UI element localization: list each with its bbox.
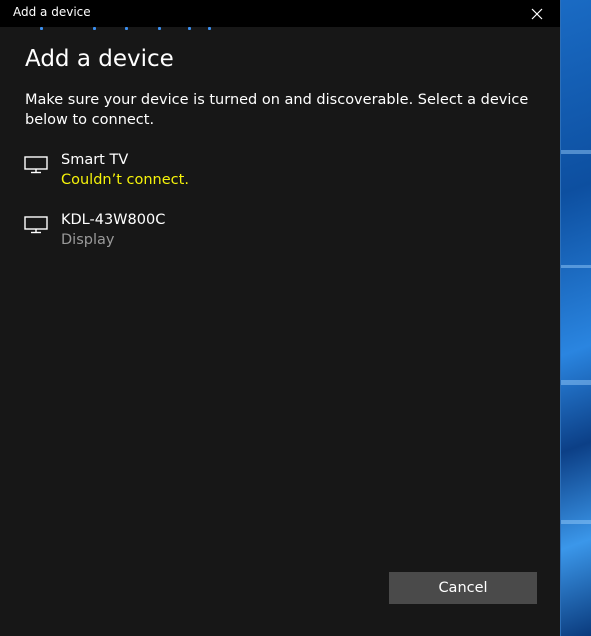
- searching-progress-indicator: [0, 27, 560, 33]
- device-list-item-kdl-43w800c[interactable]: KDL-43W800C Display: [24, 212, 524, 256]
- wallpaper-light-beam: [561, 150, 591, 154]
- close-button[interactable]: [514, 0, 560, 27]
- title-bar: Add a device: [0, 0, 560, 27]
- instructions-text: Make sure your device is turned on and d…: [25, 92, 529, 128]
- device-status: Display: [61, 232, 115, 248]
- desktop-wallpaper: [561, 0, 591, 636]
- device-status: Couldn’t connect.: [61, 172, 189, 188]
- device-name: Smart TV: [61, 152, 129, 168]
- device-list-item-smart-tv[interactable]: Smart TV Couldn’t connect.: [24, 152, 524, 196]
- window-title: Add a device: [13, 5, 91, 19]
- add-device-dialog: Add a device Add a device Make sure your…: [0, 0, 561, 636]
- progress-dot: [40, 27, 43, 30]
- wallpaper-light-beam: [561, 265, 591, 268]
- close-icon: [531, 8, 543, 19]
- progress-dot: [188, 27, 191, 30]
- cancel-button[interactable]: Cancel: [389, 572, 537, 604]
- monitor-icon: [24, 156, 48, 174]
- progress-dot: [125, 27, 128, 30]
- progress-dot: [93, 27, 96, 30]
- monitor-icon: [24, 216, 48, 234]
- progress-dot: [208, 27, 211, 30]
- page-title: Add a device: [25, 46, 174, 72]
- wallpaper-light-beam: [561, 520, 591, 524]
- wallpaper-light-beam: [561, 380, 591, 385]
- progress-dot: [158, 27, 161, 30]
- device-name: KDL-43W800C: [61, 212, 166, 228]
